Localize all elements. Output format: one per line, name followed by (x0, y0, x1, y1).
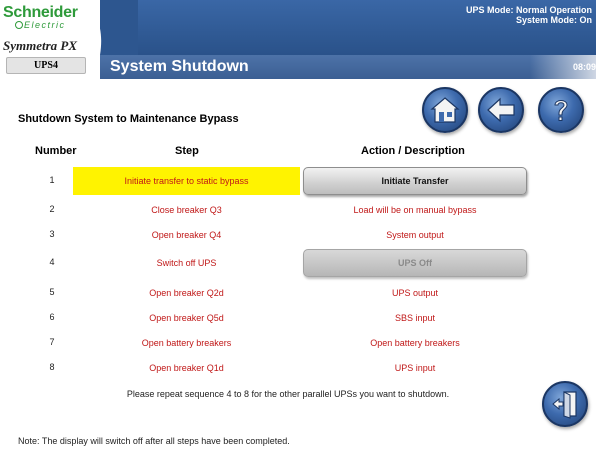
step-text: Open breaker Q5d (149, 313, 224, 323)
step-text: Open battery breakers (141, 338, 232, 348)
column-header-action: Action / Description (361, 145, 465, 157)
step-number: 5 (49, 287, 55, 297)
help-icon (554, 100, 568, 121)
ups-off-button[interactable]: UPS Off (303, 249, 527, 277)
step-text: Open breaker Q2d (149, 288, 224, 298)
page-title: System Shutdown (110, 58, 249, 75)
clock: 08:09 (572, 62, 596, 72)
step-text: Open breaker Q4 (151, 230, 222, 240)
step-number: 3 (49, 229, 55, 239)
mode-status: UPS Mode: Normal Operation System Mode: … (466, 5, 592, 25)
step-number: 4 (49, 257, 55, 267)
step-number: 6 (49, 312, 55, 322)
footer-note: Note: The display will switch off after … (18, 436, 290, 446)
table-row: 1 Initiate transfer to static bypass Ini… (0, 167, 596, 195)
step-text-current: Initiate transfer to static bypass (73, 167, 300, 195)
repeat-instruction: Please repeat sequence 4 to 8 for the ot… (126, 389, 450, 399)
step-text: Switch off UPS (156, 258, 217, 268)
table-row: 2 Close breaker Q3 Load will be on manua… (0, 196, 596, 224)
step-text: Open breaker Q1d (149, 363, 224, 373)
column-header-step: Step (175, 145, 199, 157)
action-description: UPS input (394, 363, 436, 373)
header: Schneider Electric Symmetra PX UPS4 Syst… (0, 0, 596, 79)
brand-logo: Schneider (3, 4, 78, 21)
back-button[interactable] (478, 87, 524, 133)
action-description: Load will be on manual bypass (353, 205, 477, 215)
product-name: Symmetra PX (3, 38, 78, 53)
home-button[interactable] (422, 87, 468, 133)
step-number: 2 (49, 204, 55, 214)
brand-mark-icon (15, 21, 23, 29)
step-number: 8 (49, 362, 55, 372)
back-arrow-icon (487, 97, 515, 123)
action-description: SBS input (394, 313, 436, 323)
section-title: Shutdown System to Maintenance Bypass (18, 113, 239, 125)
step-text: Close breaker Q3 (151, 205, 222, 215)
initiate-transfer-button[interactable]: Initiate Transfer (303, 167, 527, 195)
table-row: 7 Open battery breakers Open battery bre… (0, 329, 596, 357)
column-header-number: Number (35, 145, 77, 157)
table-row: 5 Open breaker Q2d UPS output (0, 279, 596, 307)
brand-panel: Schneider Electric Symmetra PX UPS4 (0, 0, 100, 79)
home-icon (430, 97, 460, 123)
step-number: 7 (49, 337, 55, 347)
action-description: System output (386, 230, 444, 240)
unit-label: UPS4 (6, 57, 86, 74)
system-mode: System Mode: On (515, 15, 592, 25)
action-description: UPS output (391, 288, 439, 298)
step-number: 1 (49, 175, 55, 185)
exit-button[interactable] (542, 381, 588, 427)
exit-door-icon (552, 391, 577, 419)
action-description: Open battery breakers (370, 338, 460, 348)
table-row: 4 Switch off UPS UPS Off (0, 249, 596, 277)
ups-mode: UPS Mode: Normal Operation (465, 5, 592, 15)
table-row: 8 Open breaker Q1d UPS input (0, 354, 596, 382)
brand-sub: Electric (24, 20, 66, 30)
table-row: 6 Open breaker Q5d SBS input (0, 304, 596, 332)
help-button[interactable] (538, 87, 584, 133)
table-row: 3 Open breaker Q4 System output (0, 221, 596, 249)
